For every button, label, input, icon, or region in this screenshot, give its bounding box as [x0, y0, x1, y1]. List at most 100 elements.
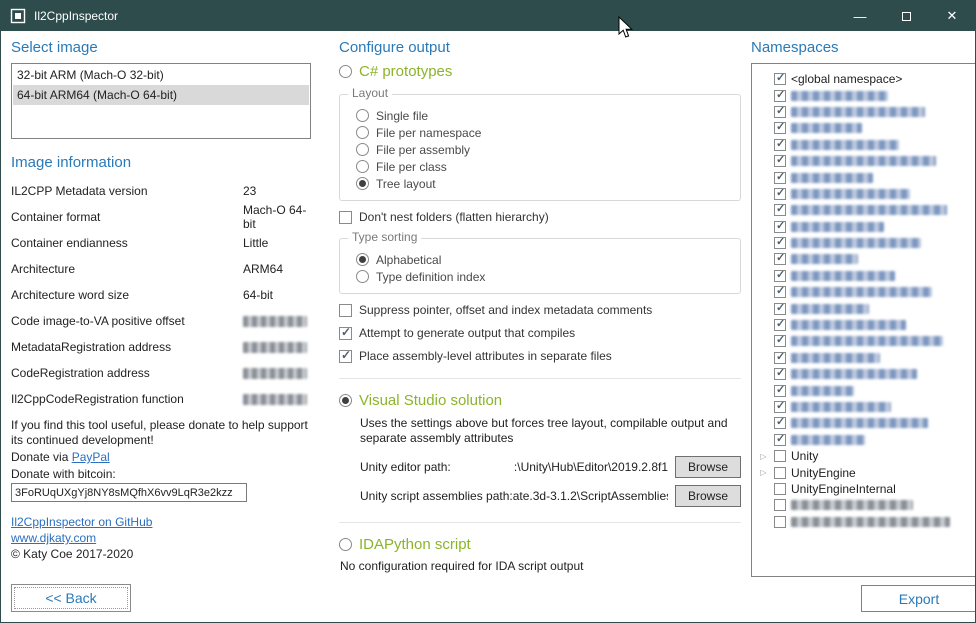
- info-label: Code image-to-VA positive offset: [11, 314, 243, 328]
- namespaces-list[interactable]: <global namespace> ▷Unity▷UnityEngine Unit…: [751, 63, 976, 577]
- paypal-link[interactable]: PayPal: [72, 450, 110, 464]
- namespace-label: [791, 304, 869, 314]
- website-link[interactable]: www.djkaty.com: [11, 530, 311, 546]
- namespace-item[interactable]: ▷UnityEngine: [758, 464, 973, 480]
- bitcoin-address-input[interactable]: [11, 483, 247, 502]
- flatten-checkbox[interactable]: Don't nest folders (flatten hierarchy): [339, 210, 741, 224]
- checkbox-icon: [774, 286, 786, 298]
- namespace-item[interactable]: [758, 514, 973, 530]
- namespace-item[interactable]: <global namespace>: [758, 71, 973, 87]
- sorting-option[interactable]: Type definition index: [356, 268, 730, 285]
- info-value: 23: [243, 184, 256, 198]
- checkbox-icon: [774, 352, 786, 364]
- namespace-item[interactable]: [758, 415, 973, 431]
- checkbox-icon: [774, 483, 786, 495]
- idapython-option[interactable]: IDAPython script: [339, 536, 741, 553]
- checkbox-icon: [774, 450, 786, 462]
- namespace-item[interactable]: [758, 251, 973, 267]
- checkbox-icon: [774, 122, 786, 134]
- minimize-button[interactable]: —: [837, 1, 883, 31]
- app-window: Il2CppInspector — ✕ Select image 32-bit …: [0, 0, 976, 623]
- namespace-item[interactable]: [758, 120, 973, 136]
- namespace-item[interactable]: [758, 333, 973, 349]
- export-button[interactable]: Export: [861, 585, 976, 612]
- namespace-item[interactable]: [758, 137, 973, 153]
- checkbox-icon: [339, 211, 352, 224]
- idapython-radio-icon: [339, 538, 352, 551]
- type-sorting-group-label: Type sorting: [348, 230, 421, 244]
- checkbox-icon: [339, 327, 352, 340]
- namespace-label: [791, 140, 899, 150]
- sorting-option[interactable]: Alphabetical: [356, 251, 730, 268]
- namespace-item[interactable]: [758, 153, 973, 169]
- github-link[interactable]: Il2CppInspector on GitHub: [11, 514, 311, 530]
- unity-script-path-label: Unity script assemblies path:: [360, 489, 513, 503]
- image-listbox[interactable]: 32-bit ARM (Mach-O 32-bit)64-bit ARM64 (…: [11, 63, 311, 139]
- namespace-label: [791, 353, 880, 363]
- layout-group-label: Layout: [348, 86, 392, 100]
- namespace-label: [791, 254, 858, 264]
- back-button[interactable]: << Back: [11, 584, 131, 612]
- expander-icon[interactable]: ▷: [758, 468, 769, 477]
- namespace-item[interactable]: [758, 497, 973, 513]
- layout-option[interactable]: File per class: [356, 158, 730, 175]
- namespace-item[interactable]: [758, 104, 973, 120]
- layout-option[interactable]: File per namespace: [356, 124, 730, 141]
- titlebar[interactable]: Il2CppInspector — ✕: [1, 1, 975, 31]
- namespace-label: [791, 320, 906, 330]
- namespace-item[interactable]: [758, 382, 973, 398]
- browse-editor-button[interactable]: Browse: [675, 456, 741, 478]
- output-option-checkbox[interactable]: Place assembly-level attributes in separ…: [339, 349, 741, 363]
- output-option-checkbox[interactable]: Attempt to generate output that compiles: [339, 326, 741, 340]
- namespace-item[interactable]: [758, 317, 973, 333]
- namespace-item[interactable]: [758, 366, 973, 382]
- checkbox-icon: [774, 467, 786, 479]
- namespace-item[interactable]: [758, 268, 973, 284]
- type-sorting-groupbox: Type sorting AlphabeticalType definition…: [339, 238, 741, 294]
- checkbox-icon: [774, 303, 786, 315]
- namespace-item[interactable]: [758, 235, 973, 251]
- namespace-item[interactable]: UnityEngineInternal: [758, 481, 973, 497]
- namespace-item[interactable]: [758, 350, 973, 366]
- caption-buttons: — ✕: [837, 1, 975, 31]
- close-button[interactable]: ✕: [929, 1, 975, 31]
- info-label: Architecture word size: [11, 288, 243, 302]
- layout-option[interactable]: File per assembly: [356, 141, 730, 158]
- info-label: Container endianness: [11, 236, 243, 250]
- namespace-label: [791, 271, 895, 281]
- section-divider: [339, 522, 741, 523]
- expander-icon[interactable]: ▷: [758, 452, 769, 461]
- visual-studio-option[interactable]: Visual Studio solution: [339, 392, 741, 409]
- namespace-item[interactable]: [758, 186, 973, 202]
- namespace-label: [791, 418, 928, 428]
- layout-option[interactable]: Tree layout: [356, 175, 730, 192]
- image-list-item[interactable]: 64-bit ARM64 (Mach-O 64-bit): [13, 85, 309, 105]
- namespace-label: UnityEngineInternal: [791, 482, 896, 496]
- namespace-item[interactable]: [758, 169, 973, 185]
- layout-option[interactable]: Single file: [356, 107, 730, 124]
- image-info-heading: Image information: [11, 154, 311, 171]
- output-checkboxes: Suppress pointer, offset and index metad…: [339, 303, 741, 363]
- checkbox-icon: [774, 155, 786, 167]
- checkbox-icon: [339, 304, 352, 317]
- namespace-item[interactable]: [758, 284, 973, 300]
- namespace-label: [791, 336, 943, 346]
- namespace-label: [791, 205, 947, 215]
- csharp-prototypes-option[interactable]: C# prototypes: [339, 63, 741, 80]
- namespace-item[interactable]: [758, 87, 973, 103]
- checkbox-icon: [774, 401, 786, 413]
- browse-assemblies-button[interactable]: Browse: [675, 485, 741, 507]
- namespace-item[interactable]: [758, 202, 973, 218]
- namespace-item[interactable]: [758, 219, 973, 235]
- namespace-item[interactable]: [758, 432, 973, 448]
- namespace-label: [791, 238, 921, 248]
- image-list-item[interactable]: 32-bit ARM (Mach-O 32-bit): [13, 65, 309, 85]
- namespace-item[interactable]: [758, 300, 973, 316]
- namespace-label: [791, 222, 884, 232]
- maximize-button[interactable]: [883, 1, 929, 31]
- checkbox-icon: [774, 204, 786, 216]
- output-option-checkbox[interactable]: Suppress pointer, offset and index metad…: [339, 303, 741, 317]
- namespace-item[interactable]: ▷Unity: [758, 448, 973, 464]
- namespace-label: [791, 386, 854, 396]
- namespace-item[interactable]: [758, 399, 973, 415]
